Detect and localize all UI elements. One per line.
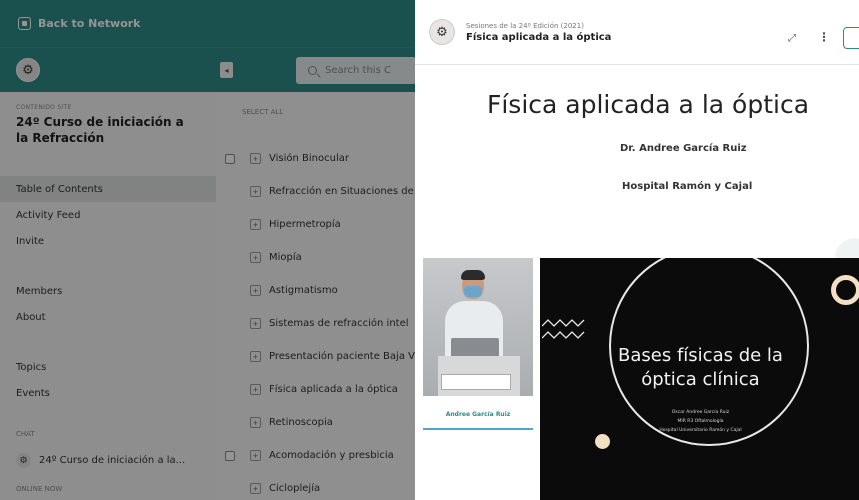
dot-decoration — [595, 434, 610, 449]
slide-hospital: Hospital Ramón y Cajal — [622, 181, 753, 192]
credit-line: Hospital Universitario Ramón y Cajal — [659, 428, 742, 433]
document-viewer: ⚙ Sesiones de la 24º Edición (2021) Físi… — [415, 0, 859, 500]
speaker-video[interactable] — [423, 258, 533, 396]
slide-credits: Oscar Andree García Ruiz MIR R3 Oftalmol… — [540, 408, 859, 435]
slide-title: Física aplicada a la óptica — [486, 90, 810, 119]
viewer-title: Física aplicada a la óptica — [466, 31, 612, 43]
viewer-super-title: Sesiones de la 24º Edición (2021) — [466, 21, 584, 30]
action-button[interactable] — [843, 27, 859, 49]
slide-heading: Bases físicas de la óptica clínica — [540, 344, 859, 392]
expand-icon[interactable]: ⤢ — [785, 31, 799, 45]
slide-author: Dr. Andree García Ruiz — [620, 143, 747, 154]
presentation-slide[interactable]: Bases físicas de la óptica clínica Oscar… — [540, 258, 859, 500]
viewer-header: ⚙ Sesiones de la 24º Edición (2021) Físi… — [415, 0, 859, 65]
ring-dot-decoration — [831, 275, 859, 305]
slide-heading-line1: Bases físicas de la — [618, 345, 783, 366]
speaker-mask — [464, 286, 482, 297]
lectern-banner — [441, 374, 511, 390]
speaker-name[interactable]: Andree García Ruiz — [423, 411, 533, 418]
speaker-active-underline — [423, 428, 533, 430]
viewer-titles: Sesiones de la 24º Edición (2021) Física… — [466, 22, 611, 43]
site-logo-icon: ⚙ — [429, 19, 455, 45]
more-options-icon[interactable]: ⋮ — [818, 30, 830, 44]
credit-line: MIR R3 Oftalmología — [677, 419, 724, 424]
slide-heading-line2: óptica clínica — [641, 369, 760, 390]
speaker-hair — [461, 270, 485, 280]
credit-line: Oscar Andree García Ruiz — [671, 410, 730, 415]
modal-backdrop[interactable] — [0, 0, 415, 500]
